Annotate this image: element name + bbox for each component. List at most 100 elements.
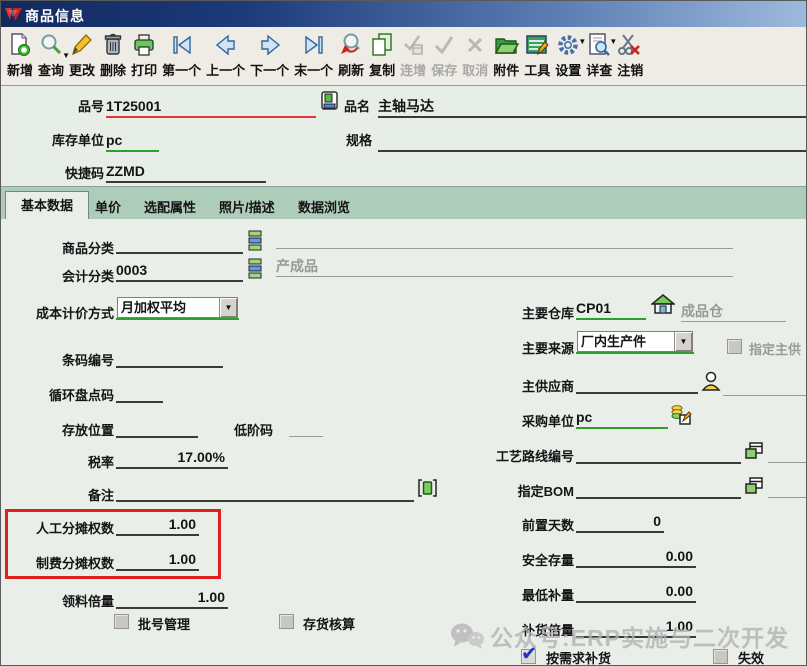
toolbar-new-button[interactable]: 新增 (5, 29, 35, 85)
scissors-icon (617, 30, 643, 60)
toolbar-prev-label: 上一个 (206, 60, 245, 82)
toolbar-query-button[interactable]: 查询▼ (36, 29, 66, 85)
quick-code-input[interactable]: ZZMD (106, 162, 266, 183)
item-name-label: 品名 (344, 96, 370, 115)
unit-edit-icon[interactable] (670, 403, 692, 426)
printer-icon (131, 30, 157, 60)
material-multiple-label: 领料倍量 (11, 591, 114, 610)
min-replenish-label: 最低补量 (421, 585, 574, 604)
inactive-label: 失效 (738, 648, 764, 666)
supplier-browse-icon[interactable] (700, 370, 722, 392)
safety-stock-input[interactable]: 0.00 (576, 547, 696, 568)
batch-mgmt-checkbox[interactable] (114, 614, 129, 629)
toolbar-next-button[interactable]: 下一个 (248, 29, 291, 85)
routing-no-input[interactable] (576, 443, 741, 464)
toolbar-last-label: 末一个 (294, 60, 333, 82)
bom-input[interactable] (576, 478, 741, 499)
toolbar-first-button[interactable]: 第一个 (160, 29, 203, 85)
toolbar-prev-button[interactable]: 上一个 (204, 29, 247, 85)
stock-unit-input[interactable]: pc (106, 131, 159, 152)
stock-unit-label: 库存单位 (11, 130, 104, 149)
purchase-unit-label: 采购单位 (421, 411, 574, 430)
toolbar-attachment-button[interactable]: 附件 (491, 29, 521, 85)
toolbar-edit-button[interactable]: 更改 (67, 29, 97, 85)
designate-supplier-checkbox[interactable] (727, 339, 742, 354)
purchase-unit-input[interactable]: pc (576, 408, 668, 429)
tab-basic-data[interactable]: 基本数据 (5, 191, 89, 220)
gear-icon (555, 30, 581, 60)
toolbar-attachment-label: 附件 (493, 60, 519, 82)
toolbar-print-button[interactable]: 打印 (129, 29, 159, 85)
product-info-window: 商品信息 新增查询▼更改删除打印第一个上一个下一个末一个刷新复制连增保存取消附件… (0, 0, 807, 666)
nav-prev-icon (213, 30, 239, 60)
inactive-checkbox[interactable] (713, 649, 728, 664)
toolbar-detail-button[interactable]: 详查▼ (584, 29, 614, 85)
toolbar-cancel-button: 取消 (460, 29, 490, 85)
acct-category-input[interactable]: 0003 (116, 261, 243, 282)
lead-days-input[interactable]: 0 (576, 512, 664, 533)
warehouse-browse-icon[interactable] (651, 294, 675, 316)
item-no-input[interactable]: 1T25001 (106, 97, 316, 118)
cost-method-select[interactable]: 月加权平均 ▼ (117, 297, 238, 318)
demand-replenish-checkbox[interactable] (521, 649, 536, 664)
save-check-icon (431, 30, 457, 60)
tab-optional-attributes[interactable]: 选配属性 (144, 197, 196, 216)
tab-unit-price[interactable]: 单价 (95, 197, 121, 216)
toolbar-logout-button[interactable]: 注销 (615, 29, 645, 85)
cost-method-dropdown-icon[interactable]: ▼ (219, 298, 237, 317)
main-supplier-input[interactable] (576, 373, 698, 394)
main-warehouse-input[interactable]: CP01 (576, 299, 646, 320)
barcode-input[interactable] (116, 347, 223, 368)
acct-category-name-field: 产成品 (276, 257, 733, 277)
safety-stock-label: 安全存量 (421, 550, 574, 569)
inventory-acct-checkbox[interactable] (279, 614, 294, 629)
bom-browse-icon[interactable] (743, 476, 765, 496)
toolbar-tools-button[interactable]: 工具 (522, 29, 552, 85)
min-replenish-input[interactable]: 0.00 (576, 582, 696, 603)
toolbar-refresh-label: 刷新 (338, 60, 364, 82)
toolbar-copy-button[interactable]: 复制 (367, 29, 397, 85)
doc-search-icon (586, 30, 612, 60)
item-name-lookup-icon[interactable] (320, 90, 339, 113)
spec-input[interactable] (378, 131, 806, 152)
cycle-count-input[interactable] (116, 382, 163, 403)
toolbar-delete-button[interactable]: 删除 (98, 29, 128, 85)
category-browse-icon[interactable] (247, 230, 263, 251)
replenish-multiple-input[interactable]: 1.00 (576, 617, 696, 638)
cost-method-label: 成本计价方式 (11, 303, 114, 322)
tax-rate-input[interactable]: 17.00% (116, 448, 228, 469)
highlight-red-box (5, 509, 221, 579)
category-label: 商品分类 (11, 238, 114, 257)
copy-icon (369, 30, 395, 60)
cycle-count-label: 循环盘点码 (11, 385, 114, 404)
batch-mgmt-label: 批号管理 (138, 614, 190, 633)
folder-icon (493, 30, 519, 60)
material-multiple-input[interactable]: 1.00 (116, 588, 228, 609)
inventory-acct-label: 存货核算 (303, 614, 355, 633)
title-bar: 商品信息 (1, 1, 806, 28)
main-source-select[interactable]: 厂内生产件 ▼ (577, 331, 693, 352)
category-name-field (276, 229, 733, 249)
quick-code-label: 快捷码 (11, 163, 104, 182)
nav-first-icon (169, 30, 195, 60)
routing-browse-icon[interactable] (743, 441, 765, 461)
toolbar-refresh-button[interactable]: 刷新 (336, 29, 366, 85)
main-source-dropdown-icon[interactable]: ▼ (674, 332, 692, 351)
magnifier-icon (38, 30, 64, 60)
storage-location-input[interactable] (116, 417, 198, 438)
cancel-x-icon (462, 30, 488, 60)
tab-photo-description[interactable]: 照片/描述 (219, 197, 275, 216)
acct-category-browse-icon[interactable] (247, 258, 263, 279)
category-input[interactable] (116, 233, 243, 254)
toolbar-settings-button[interactable]: 设置▼ (553, 29, 583, 85)
remark-input[interactable] (116, 481, 414, 502)
toolbar-print-label: 打印 (131, 60, 157, 82)
refresh-icon (338, 30, 364, 60)
toolbar-save-button: 保存 (429, 29, 459, 85)
toolbar-append-button: 连增 (398, 29, 428, 85)
tab-data-browse[interactable]: 数据浏览 (298, 197, 350, 216)
toolbar-save-label: 保存 (431, 60, 457, 82)
toolbar-last-button[interactable]: 末一个 (292, 29, 335, 85)
item-name-input[interactable]: 主轴马达 (378, 97, 806, 118)
barcode-label: 条码编号 (11, 350, 114, 369)
